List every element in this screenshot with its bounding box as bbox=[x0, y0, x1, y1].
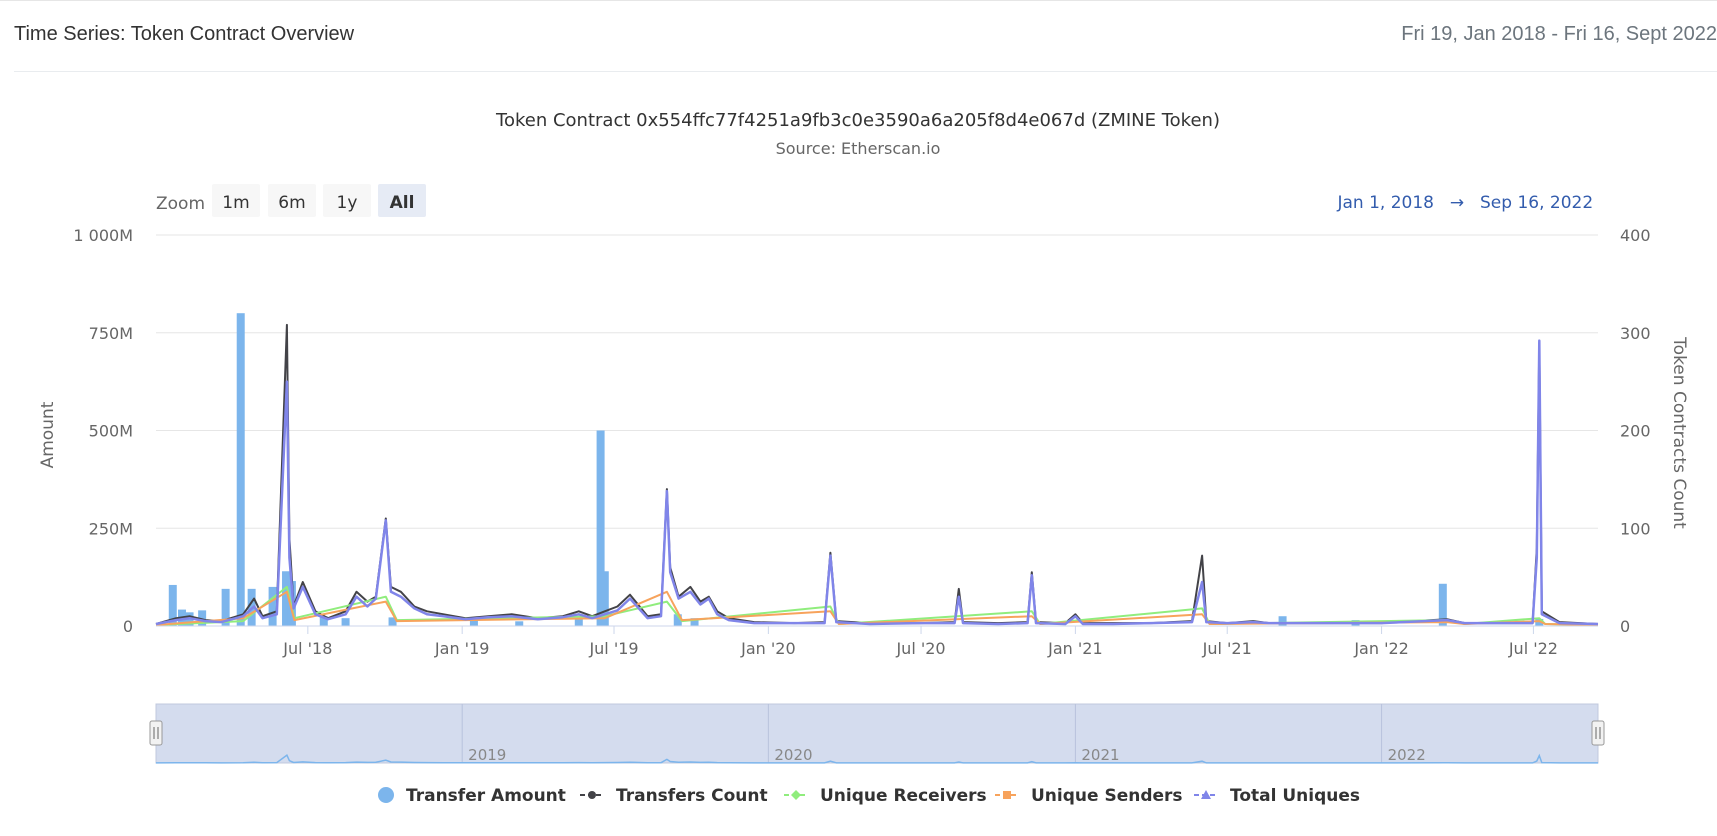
y-axis-right: 0 100 200 300 400 bbox=[1620, 226, 1651, 636]
zoom-button-1y[interactable]: 1y bbox=[323, 184, 371, 217]
range-arrow: → bbox=[1450, 193, 1464, 213]
navigator[interactable]: 2019 2020 2021 2022 bbox=[149, 703, 1605, 764]
transfer-amount-bar bbox=[515, 621, 524, 626]
handle-body bbox=[1591, 720, 1605, 746]
x-axis: Jul '18 Jan '19 Jul '19 Jan '20 Jul '20 Jan '… bbox=[156, 625, 1598, 658]
zoom-label: Zoom bbox=[156, 194, 205, 214]
y-left-tick-label: 0 bbox=[123, 617, 133, 636]
x-tick-label: Jul '20 bbox=[895, 639, 945, 658]
y-left-tick-label: 500M bbox=[89, 422, 133, 441]
legend-label: Total Uniques bbox=[1230, 786, 1360, 806]
navigator-label: 2021 bbox=[1081, 746, 1119, 764]
zoom-button-all[interactable]: All bbox=[378, 184, 426, 217]
transfer-amount-bar bbox=[341, 618, 350, 626]
zoom-button-1m[interactable]: 1m bbox=[212, 184, 260, 217]
legend-transfer-amount[interactable]: Transfer Amount bbox=[378, 786, 566, 806]
unique-senders-line bbox=[155, 590, 1599, 626]
legend-total-uniques[interactable]: Total Uniques bbox=[1194, 786, 1360, 806]
x-tick-label: Jan '21 bbox=[1047, 639, 1103, 658]
y-right-tick-label: 100 bbox=[1620, 519, 1651, 538]
series-lines bbox=[155, 323, 1599, 626]
transfer-amount-columns bbox=[168, 313, 1544, 626]
legend-unique-receivers[interactable]: Unique Receivers bbox=[784, 786, 987, 806]
y-right-tick-label: 0 bbox=[1620, 617, 1630, 636]
x-tick-label: Jul '19 bbox=[588, 639, 638, 658]
unique-receivers-line bbox=[155, 585, 1599, 626]
x-tick-label: Jul '22 bbox=[1508, 639, 1558, 658]
chart-card: Time Series: Token Contract Overview Fri… bbox=[0, 0, 1717, 835]
zoom-button-6m[interactable]: 6m bbox=[268, 184, 316, 217]
y-left-tick-label: 250M bbox=[89, 519, 133, 538]
legend-label: Unique Receivers bbox=[820, 786, 987, 806]
chart-title: Token Contract 0x554ffc77f4251a9fb3c0e35… bbox=[495, 110, 1220, 131]
legend-label: Unique Senders bbox=[1031, 786, 1183, 806]
transfer-amount-bar bbox=[268, 586, 277, 626]
zoom-buttons: 1m 6m 1y All bbox=[212, 184, 426, 217]
x-tick-label: Jul '21 bbox=[1202, 639, 1252, 658]
legend-label: Transfers Count bbox=[616, 786, 768, 806]
chart-subtitle: Source: Etherscan.io bbox=[776, 139, 941, 158]
transfer-amount-bar bbox=[574, 618, 583, 626]
navigator-handle-left[interactable] bbox=[149, 720, 163, 746]
transfer-amount-bar bbox=[236, 313, 245, 626]
x-tick-label: Jan '20 bbox=[740, 639, 796, 658]
navigator-handle-right[interactable] bbox=[1591, 720, 1605, 746]
y-axis-right-title: Token Contracts Count bbox=[1669, 336, 1689, 529]
zoom-button-label: 1y bbox=[337, 193, 358, 213]
y-left-tick-label: 750M bbox=[89, 324, 133, 343]
legend-marker bbox=[1003, 791, 1011, 799]
y-axis-left-title: Amount bbox=[38, 401, 58, 468]
transfers-count-line bbox=[155, 323, 1599, 625]
range-from[interactable]: Jan 1, 2018 bbox=[1337, 193, 1435, 213]
zoom-button-label: 6m bbox=[278, 193, 305, 213]
legend-unique-senders[interactable]: Unique Senders bbox=[995, 786, 1183, 806]
handle-body bbox=[149, 720, 163, 746]
navigator-label: 2022 bbox=[1388, 746, 1426, 764]
y-left-tick-label: 1 000M bbox=[73, 226, 133, 245]
navigator-label: 2020 bbox=[774, 746, 812, 764]
y-right-tick-label: 300 bbox=[1620, 324, 1651, 343]
x-tick-label: Jul '18 bbox=[282, 639, 332, 658]
y-right-tick-label: 200 bbox=[1620, 422, 1651, 441]
x-tick-label: Jan '22 bbox=[1353, 639, 1409, 658]
zoom-button-label: All bbox=[390, 193, 415, 213]
legend-transfers-count[interactable]: Transfers Count bbox=[580, 786, 768, 806]
chart-svg: Token Contract 0x554ffc77f4251a9fb3c0e35… bbox=[38, 110, 1689, 806]
y-right-tick-label: 400 bbox=[1620, 226, 1651, 245]
x-tick-label: Jan '19 bbox=[434, 639, 490, 658]
grid-lines bbox=[156, 234, 1598, 627]
y-axis-left: 0 250M 500M 750M 1 000M bbox=[73, 226, 133, 636]
navigator-label: 2019 bbox=[468, 746, 506, 764]
legend-marker bbox=[588, 791, 596, 799]
legend: Transfer Amount Transfers Count Unique Rec… bbox=[378, 786, 1360, 806]
zoom-button-label: 1m bbox=[222, 193, 249, 213]
legend-symbol bbox=[378, 787, 394, 803]
range-to[interactable]: Sep 16, 2022 bbox=[1480, 193, 1593, 213]
transfer-amount-bar bbox=[1278, 616, 1287, 626]
legend-marker bbox=[791, 790, 801, 800]
total-uniques-line bbox=[155, 339, 1599, 626]
legend-label: Transfer Amount bbox=[406, 786, 566, 806]
